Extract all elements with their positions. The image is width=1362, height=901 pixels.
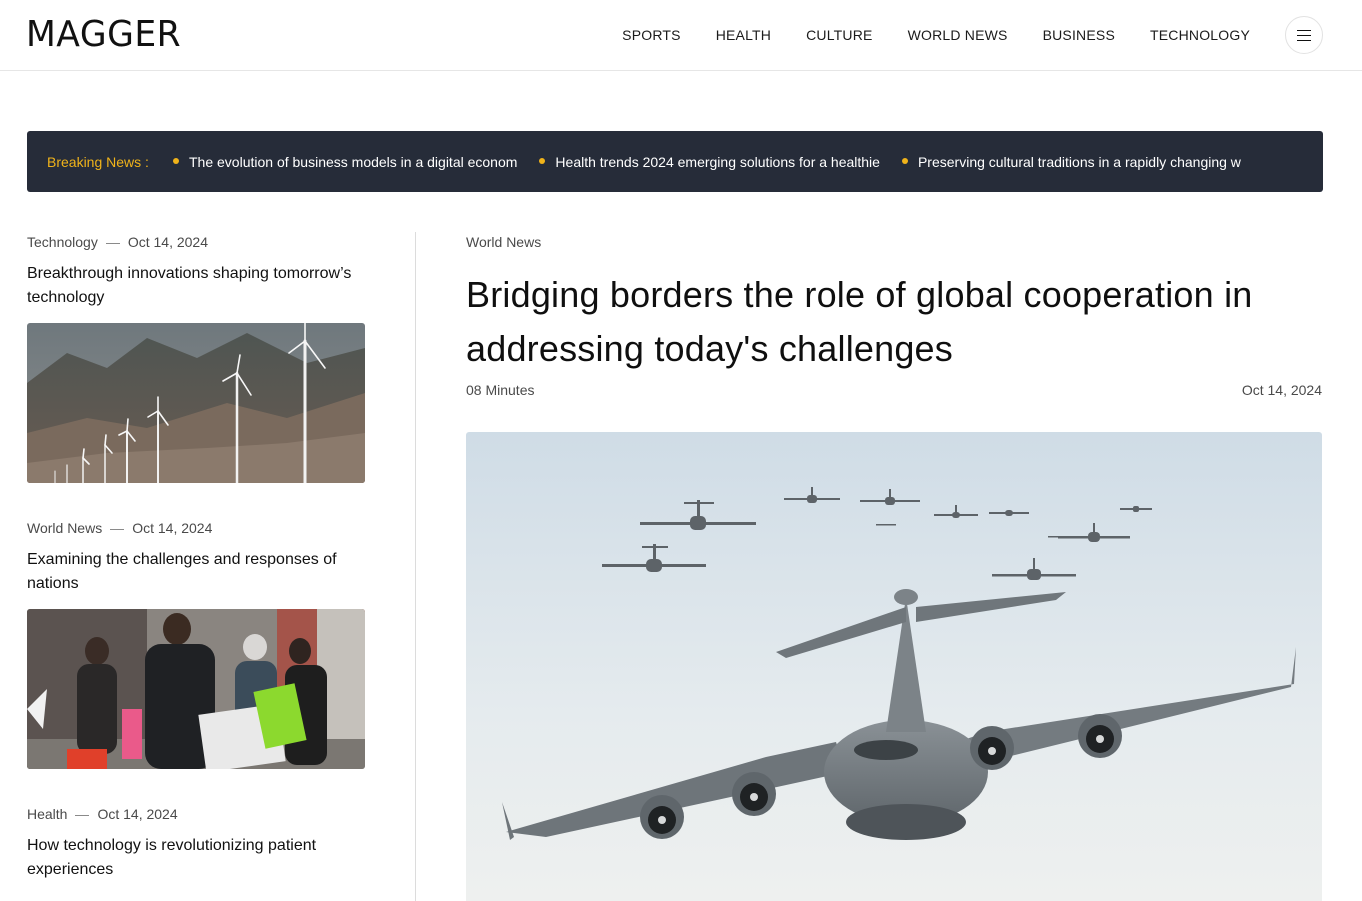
article-date: Oct 14, 2024 [132,520,213,536]
nav-world-news[interactable]: WORLD NEWS [908,24,1008,46]
breaking-news-label: Breaking News : [47,154,149,170]
article-category[interactable]: World News [27,520,102,536]
article-thumbnail[interactable] [27,609,365,769]
hamburger-menu-icon [1297,29,1311,41]
nav-sports[interactable]: SPORTS [622,24,681,46]
ticker-item-text: The evolution of business models in a di… [189,154,518,170]
article-meta: Health Oct 14, 2024 [27,804,365,824]
article-thumbnail[interactable] [27,895,365,901]
article-card[interactable]: Technology Oct 14, 2024 Breakthrough inno… [27,232,365,310]
article-date: Oct 14, 2024 [97,806,178,822]
menu-button[interactable] [1285,16,1323,54]
column-divider [415,232,416,901]
bullet-dot-icon [901,158,908,165]
article-meta: World News Oct 14, 2024 [27,518,365,538]
ticker-item[interactable]: Preserving cultural traditions in a rapi… [901,151,1241,173]
dash-separator [75,814,90,816]
read-time: 08 Minutes [466,382,535,398]
article-thumbnail[interactable] [27,323,365,483]
dash-separator [105,242,120,244]
breaking-news-ticker: The evolution of business models in a di… [173,151,1301,173]
ticker-item-text: Health trends 2024 emerging solutions fo… [555,154,880,170]
featured-title[interactable]: Bridging borders the role of global coop… [466,268,1322,376]
article-meta: Technology Oct 14, 2024 [27,232,365,252]
nav-health[interactable]: HEALTH [716,24,771,46]
nav-culture[interactable]: CULTURE [806,24,872,46]
article-category[interactable]: Technology [27,234,98,250]
article-title[interactable]: Examining the challenges and responses o… [27,548,365,596]
article-card[interactable]: Health Oct 14, 2024 How technology is rev… [27,804,365,882]
cargo-planes-image [466,432,1322,901]
main-nav: SPORTS HEALTH CULTURE WORLD NEWS BUSINES… [587,24,1250,46]
featured-meta: 08 Minutes Oct 14, 2024 [466,380,1322,400]
site-header: MAGGER SPORTS HEALTH CULTURE WORLD NEWS … [0,0,1362,71]
featured-category[interactable]: World News [466,232,1322,252]
featured-article: World News Bridging borders the role of … [466,232,1322,398]
nav-business[interactable]: BUSINESS [1043,24,1115,46]
wind-turbines-image [27,323,365,483]
ticker-item[interactable]: The evolution of business models in a di… [173,151,517,173]
featured-date: Oct 14, 2024 [1241,382,1322,398]
article-date: Oct 14, 2024 [127,234,208,250]
article-title[interactable]: Breakthrough innovations shaping tomorro… [27,262,365,310]
nav-technology[interactable]: TECHNOLOGY [1150,24,1250,46]
breaking-news-bar: Breaking News : The evolution of busines… [27,131,1323,192]
featured-image[interactable] [466,432,1322,901]
site-logo[interactable]: MAGGER [26,14,181,56]
ticker-item-text: Preserving cultural traditions in a rapi… [917,154,1241,170]
bullet-dot-icon [539,158,546,165]
article-title[interactable]: How technology is revolutionizing patien… [27,834,365,882]
protest-crowd-image [27,609,365,769]
bullet-dot-icon [173,158,179,165]
dash-separator [110,528,125,530]
article-category[interactable]: Health [27,806,67,822]
article-card[interactable]: World News Oct 14, 2024 Examining the cha… [27,518,365,596]
ticker-item[interactable]: Health trends 2024 emerging solutions fo… [539,151,880,173]
